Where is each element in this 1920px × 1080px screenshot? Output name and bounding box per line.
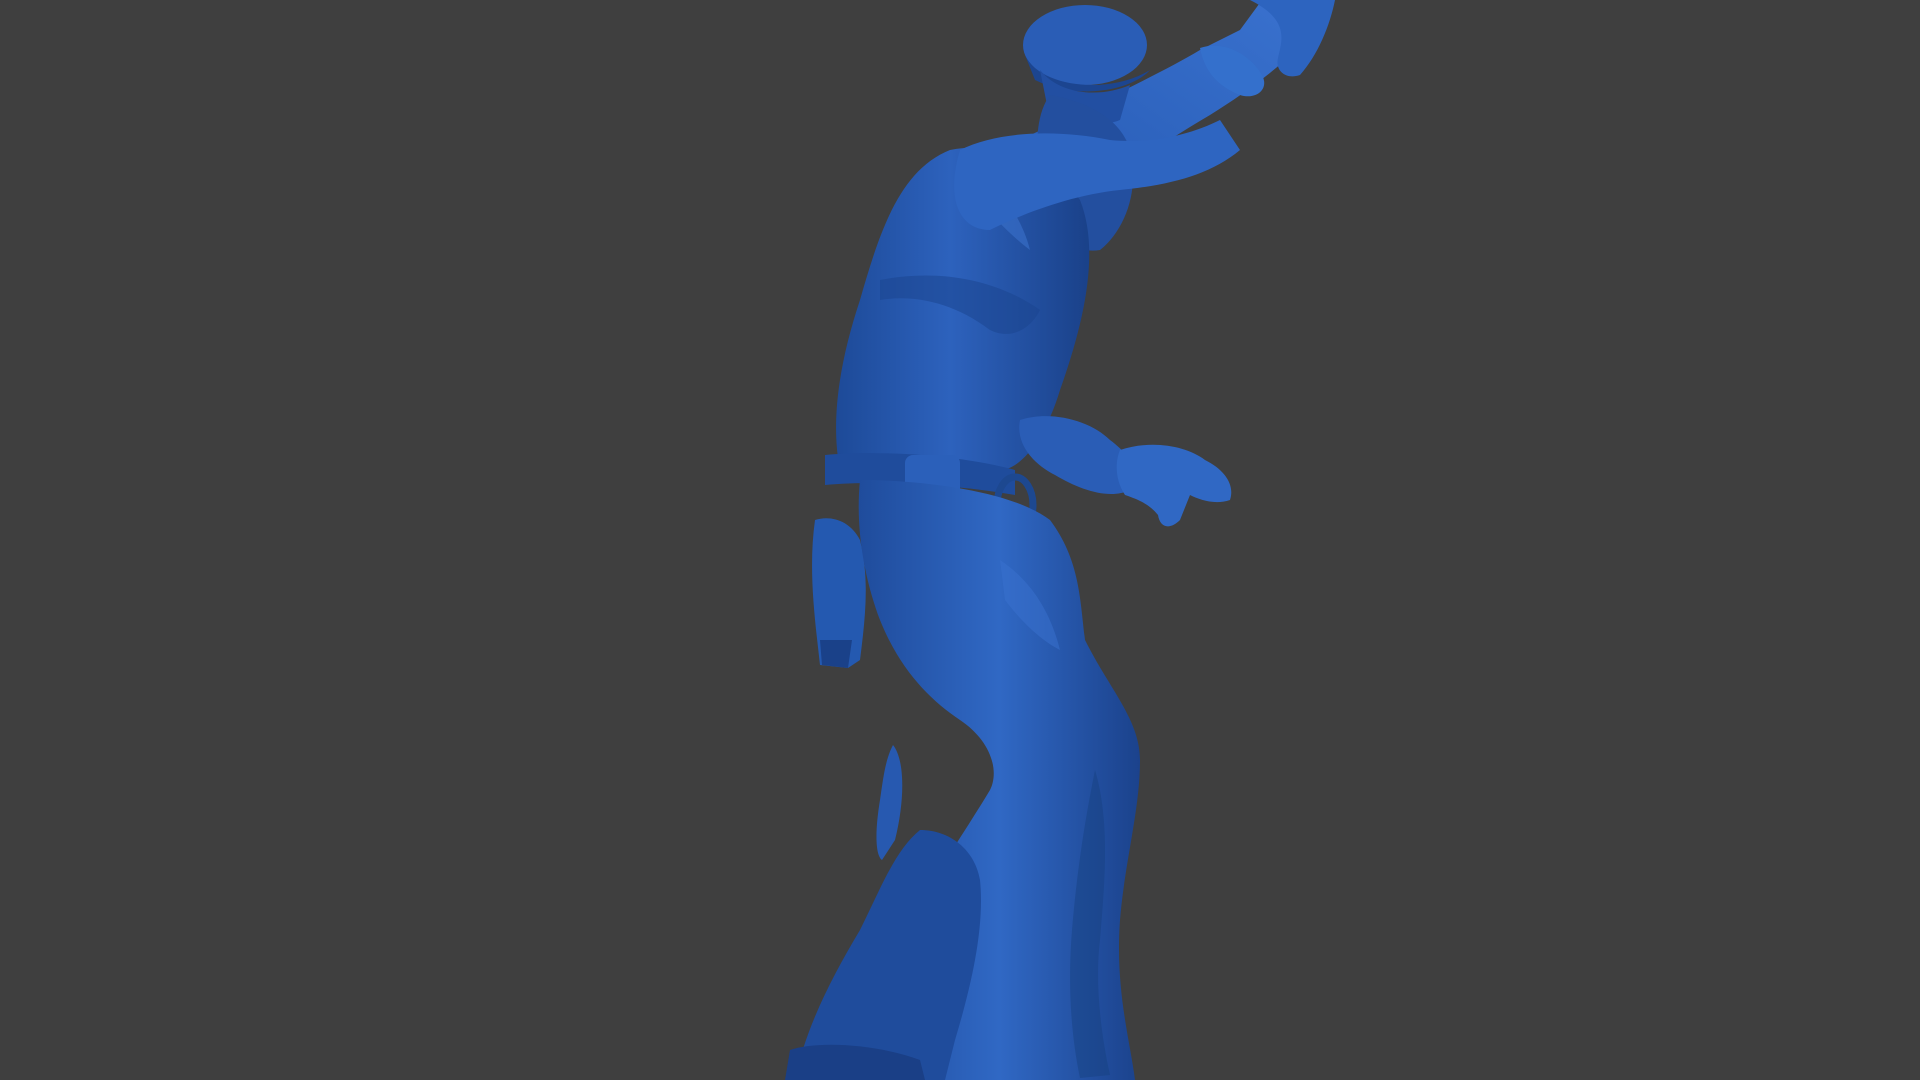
baton: [876, 745, 903, 860]
sculpt-render: [785, 0, 1335, 1080]
forearm: [1019, 416, 1134, 495]
hand: [1116, 444, 1232, 527]
back-leg: [795, 830, 981, 1080]
3d-viewport[interactable]: [0, 0, 1920, 1080]
